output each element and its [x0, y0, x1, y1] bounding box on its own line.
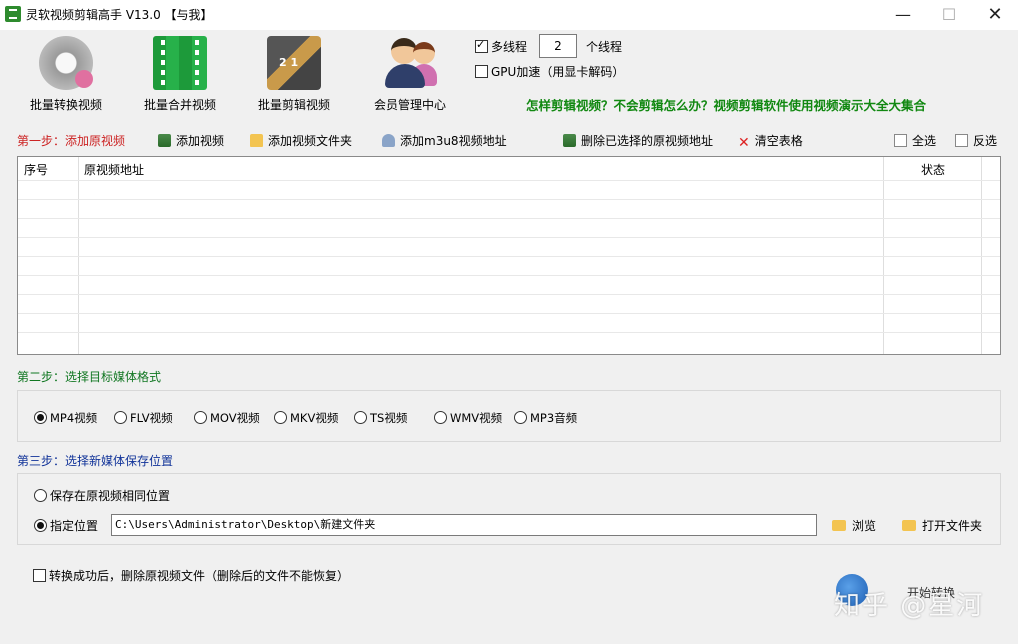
add-folder-button[interactable]: 添加视频文件夹 [250, 132, 352, 149]
batch-edit-label: 批量剪辑视频 [257, 98, 330, 112]
step3-title: 第三步：选择新媒体保存位置 [17, 454, 174, 468]
member-center-label: 会员管理中心 [373, 98, 446, 112]
add-folder-label: 添加视频文件夹 [268, 134, 353, 148]
select-all-button[interactable]: 全选 [894, 132, 936, 149]
multithread-checkbox[interactable] [475, 38, 488, 53]
add-m3u8-label: 添加m3u8视频地址 [400, 134, 507, 148]
invert-select-button[interactable]: 反选 [955, 132, 997, 149]
delete-source-label: 转换成功后，删除原视频文件（删除后的文件不能恢复） [49, 569, 350, 583]
multithread-option[interactable]: 多线程 [475, 38, 527, 55]
app-logo-icon [5, 6, 21, 22]
format-ts-radio[interactable]: TS视频 [354, 410, 407, 426]
tutorial-link[interactable]: 怎样剪辑视频？不会剪辑怎么办？视频剪辑软件使用视频演示大全大集合 [526, 95, 926, 114]
delete-source-checkbox[interactable] [33, 569, 46, 582]
merge-film-icon [153, 36, 207, 90]
delete-selected-button[interactable]: 删除已选择的原视频地址 [563, 132, 713, 149]
clear-table-label: 清空表格 [754, 134, 803, 148]
format-mkv-radio[interactable]: MKV视频 [274, 410, 338, 426]
member-center-button[interactable]: 会员管理中心 [355, 36, 465, 112]
watermark: 知乎 @星河 [834, 591, 985, 621]
format-wmv-radio[interactable]: WMV视频 [434, 410, 502, 426]
format-mov-radio[interactable]: MOV视频 [194, 410, 260, 426]
invert-select-label: 反选 [973, 134, 998, 148]
browse-button[interactable]: 浏览 [832, 517, 876, 534]
film-add-icon [158, 134, 171, 147]
column-index: 序号 [24, 163, 49, 177]
batch-merge-label: 批量合并视频 [143, 98, 216, 112]
document-icon [894, 134, 907, 147]
maximize-button[interactable]: ☐ [926, 0, 972, 30]
title-bar: 灵软视频剪辑高手 V13.0 【与我】 — ☐ ✕ [0, 0, 1018, 30]
batch-convert-label: 批量转换视频 [29, 98, 102, 112]
clapper-film-icon [267, 36, 321, 90]
format-mp4-radio[interactable]: MP4视频 [34, 410, 97, 426]
step1-title: 第一步：添加原视频 [17, 134, 126, 148]
specified-location-radio[interactable]: 指定位置 [34, 517, 98, 534]
video-table[interactable]: 序号 原视频地址 状态 [17, 156, 1001, 355]
users-icon [383, 36, 437, 90]
batch-edit-button[interactable]: 批量剪辑视频 [239, 36, 349, 112]
step2-title: 第二步：选择目标媒体格式 [17, 370, 162, 384]
format-mp3-radio[interactable]: MP3音频 [514, 410, 577, 426]
film-reel-icon [39, 36, 93, 90]
multithread-label: 多线程 [491, 40, 528, 54]
add-video-label: 添加视频 [176, 134, 225, 148]
table-header: 序号 原视频地址 状态 [18, 157, 1000, 179]
red-x-icon: ✕ [738, 135, 750, 151]
folder-icon [832, 520, 846, 531]
folder-add-icon [250, 134, 263, 147]
save-path-input[interactable]: C:\Users\Administrator\Desktop\新建文件夹 [111, 514, 817, 536]
document-icon [955, 134, 968, 147]
window-title: 灵软视频剪辑高手 V13.0 【与我】 [26, 8, 213, 22]
add-m3u8-button[interactable]: 添加m3u8视频地址 [382, 132, 507, 149]
clear-table-button[interactable]: ✕ 清空表格 [738, 132, 803, 151]
same-location-radio[interactable]: 保存在原视频相同位置 [34, 487, 170, 504]
thread-unit-label: 个线程 [586, 40, 623, 54]
column-status: 状态 [921, 163, 946, 177]
open-folder-button[interactable]: 打开文件夹 [902, 517, 982, 534]
select-all-label: 全选 [912, 134, 937, 148]
add-video-button[interactable]: 添加视频 [158, 132, 224, 149]
film-delete-icon [563, 134, 576, 147]
gpu-checkbox[interactable] [475, 65, 488, 78]
gpu-label: GPU加速（用显卡解码） [491, 65, 625, 79]
column-source-path: 原视频地址 [84, 163, 145, 177]
folder-icon [902, 520, 916, 531]
thread-count-input[interactable]: 2 [539, 34, 577, 58]
close-button[interactable]: ✕ [972, 0, 1018, 30]
delete-source-option[interactable]: 转换成功后，删除原视频文件（删除后的文件不能恢复） [33, 567, 349, 584]
gpu-option[interactable]: GPU加速（用显卡解码） [475, 63, 624, 80]
network-icon [382, 134, 395, 147]
batch-merge-button[interactable]: 批量合并视频 [125, 36, 235, 112]
delete-selected-label: 删除已选择的原视频地址 [581, 134, 714, 148]
batch-convert-button[interactable]: 批量转换视频 [11, 36, 121, 112]
minimize-button[interactable]: — [880, 0, 926, 30]
format-flv-radio[interactable]: FLV视频 [114, 410, 173, 426]
